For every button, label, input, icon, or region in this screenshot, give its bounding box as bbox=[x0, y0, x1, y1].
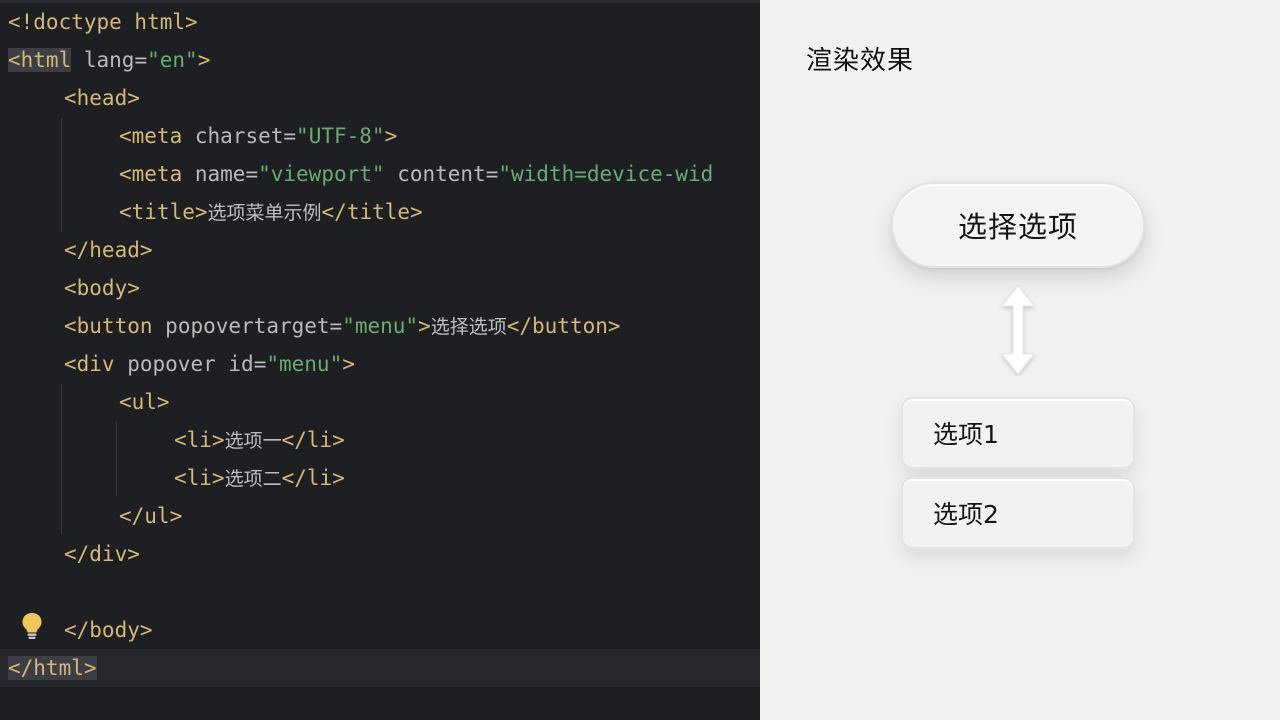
attr-value: "menu" bbox=[342, 314, 419, 338]
code-line-4[interactable]: <meta charset="UTF-8"> bbox=[0, 117, 760, 155]
code-line-content: <li>选项一</li> bbox=[174, 421, 345, 460]
lightbulb-icon[interactable] bbox=[20, 612, 44, 640]
code-line-content: <meta name="viewport" content="width=dev… bbox=[119, 155, 713, 193]
attr-eq: = bbox=[134, 48, 148, 72]
code-line-10[interactable]: <div popover id="menu"> bbox=[0, 345, 760, 383]
attr-name: charset bbox=[194, 124, 284, 148]
tag-close: > bbox=[418, 314, 431, 338]
attr-eq: = bbox=[485, 162, 499, 186]
code-line-14[interactable]: </ul> bbox=[0, 497, 760, 535]
attr-value: "UTF-8" bbox=[296, 124, 385, 148]
code-line-content: <meta charset="UTF-8"> bbox=[119, 117, 397, 155]
code-editor[interactable]: <!doctype html> <html lang="en"> <head> … bbox=[0, 0, 760, 720]
menu-item-option-2[interactable]: 选项2 bbox=[901, 477, 1135, 549]
html-open-tag: <html bbox=[8, 48, 72, 72]
ul-close-tag: </ul> bbox=[119, 504, 183, 528]
attr-eq: = bbox=[253, 352, 267, 376]
li-text: 选项一 bbox=[224, 430, 282, 452]
meta-tag: <meta bbox=[119, 124, 183, 148]
attr-value: "menu" bbox=[266, 352, 343, 376]
attr-eq: = bbox=[283, 124, 297, 148]
attr-eq: = bbox=[245, 162, 259, 186]
preview-title: 渲染效果 bbox=[806, 46, 915, 76]
code-line-2[interactable]: <html lang="en"> bbox=[0, 41, 760, 79]
code-line-3[interactable]: <head> bbox=[0, 79, 760, 117]
tag-close: > bbox=[197, 48, 211, 72]
meta-tag: <meta bbox=[119, 162, 183, 186]
code-line-15[interactable]: </div> bbox=[0, 535, 760, 573]
li-open-tag: <li> bbox=[174, 428, 225, 452]
code-line-content: <li>选项二</li> bbox=[174, 459, 345, 498]
code-line-7[interactable]: </head> bbox=[0, 231, 760, 269]
code-line-5[interactable]: <meta name="viewport" content="width=dev… bbox=[0, 155, 760, 193]
code-line-content: </html> bbox=[8, 649, 97, 687]
li-close-tag: </li> bbox=[281, 466, 345, 490]
code-line-9[interactable]: <button popovertarget="menu">选择选项</butto… bbox=[0, 307, 760, 345]
html-close-tag: </html> bbox=[8, 656, 97, 680]
code-line-content: <html lang="en"> bbox=[8, 41, 210, 79]
head-close-tag: </head> bbox=[64, 238, 153, 262]
attr-name: popover bbox=[127, 352, 216, 376]
code-line-content: <button popovertarget="menu">选择选项</butto… bbox=[64, 307, 621, 346]
tag-close: > bbox=[342, 352, 355, 376]
attr-value: "viewport" bbox=[258, 162, 385, 186]
attr-name: content bbox=[397, 162, 486, 186]
menu-item-option-1[interactable]: 选项1 bbox=[901, 397, 1135, 469]
code-line-12[interactable]: <li>选项一</li> bbox=[0, 421, 760, 459]
li-close-tag: </li> bbox=[281, 428, 345, 452]
render-preview-panel: 渲染效果 选择选项 选项1 选项2 bbox=[760, 0, 1280, 720]
attr-value: "en" bbox=[147, 48, 198, 72]
head-open-tag: <head> bbox=[64, 86, 140, 110]
code-line-17[interactable]: </body> bbox=[0, 611, 760, 649]
title-close-tag: </title> bbox=[321, 200, 423, 224]
code-line-18[interactable]: </html> bbox=[0, 649, 760, 687]
button-open-tag: <button bbox=[64, 314, 153, 338]
code-line-11[interactable]: <ul> bbox=[0, 383, 760, 421]
attr-eq: = bbox=[329, 314, 343, 338]
attr-name: id bbox=[228, 352, 254, 376]
code-line-1[interactable]: <!doctype html> bbox=[0, 3, 760, 41]
div-close-tag: </div> bbox=[64, 542, 140, 566]
code-line-content: <div popover id="menu"> bbox=[64, 345, 355, 383]
button-text: 选择选项 bbox=[430, 316, 507, 338]
title-text: 选项菜单示例 bbox=[207, 202, 322, 224]
code-line-13[interactable]: <li>选项二</li> bbox=[0, 459, 760, 497]
li-text: 选项二 bbox=[224, 468, 282, 490]
attr-name: popovertarget bbox=[165, 314, 330, 338]
div-open-tag: <div bbox=[64, 352, 115, 376]
attr-name: name bbox=[194, 162, 246, 186]
doctype-token: <!doctype html> bbox=[8, 10, 198, 34]
code-line-content: <title>选项菜单示例</title> bbox=[119, 193, 423, 232]
body-open-tag: <body> bbox=[64, 276, 140, 300]
code-line-8[interactable]: <body> bbox=[0, 269, 760, 307]
attr-name: lang bbox=[83, 48, 135, 72]
double-arrow-icon bbox=[1000, 285, 1036, 375]
body-close-tag: </body> bbox=[64, 618, 153, 642]
attr-value: "width=device-wid bbox=[498, 162, 714, 186]
button-close-tag: </button> bbox=[506, 314, 621, 338]
code-line-6[interactable]: <title>选项菜单示例</title> bbox=[0, 193, 760, 231]
select-option-button[interactable]: 选择选项 bbox=[891, 182, 1145, 268]
tag-close: > bbox=[384, 124, 398, 148]
li-open-tag: <li> bbox=[174, 466, 225, 490]
code-line-16[interactable] bbox=[0, 573, 760, 611]
title-open-tag: <title> bbox=[119, 200, 208, 224]
ul-open-tag: <ul> bbox=[119, 390, 170, 414]
